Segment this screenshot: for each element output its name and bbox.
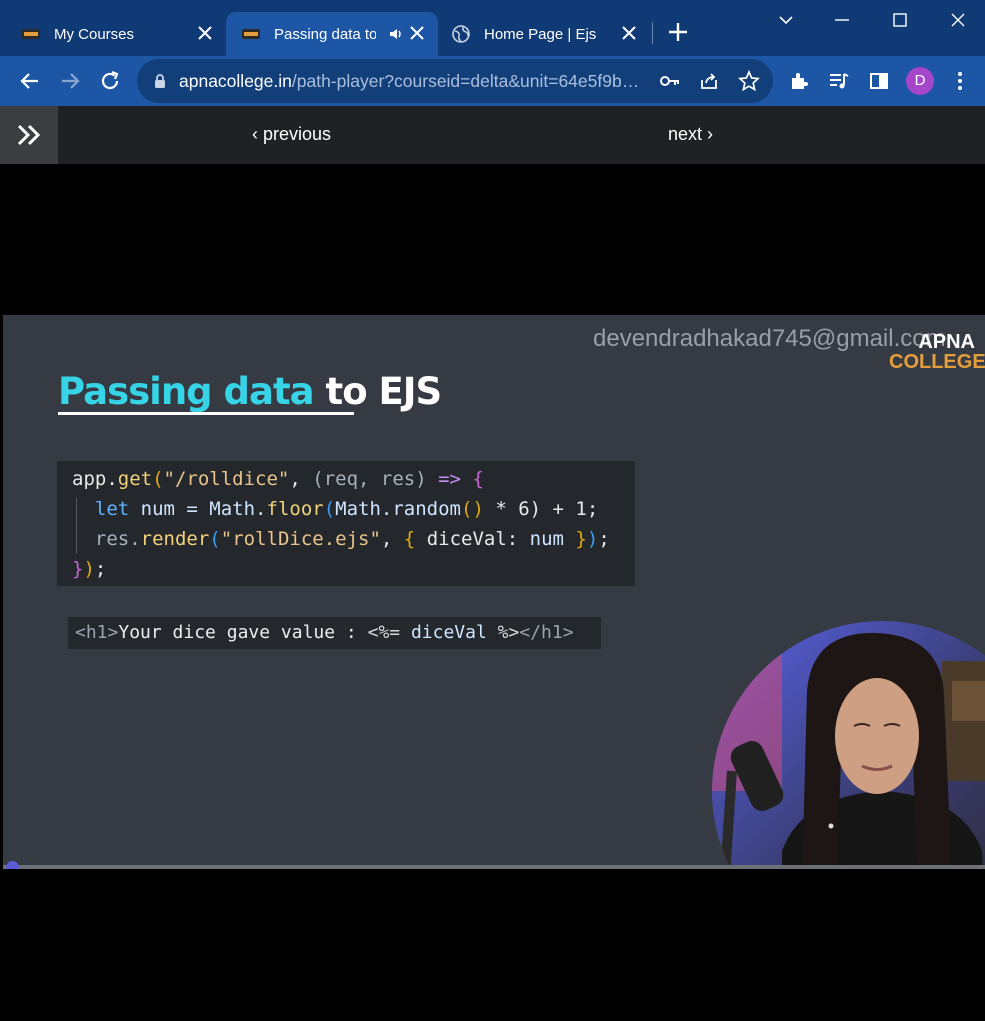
speaker-icon[interactable] [388,26,404,42]
share-icon[interactable] [698,70,720,92]
tab-my-courses[interactable]: My Courses [0,12,226,56]
media-control-icon[interactable] [827,69,851,93]
ejs-snippet: <h1>Your dice gave value : <%= diceVal %… [68,617,601,649]
tab-home-page-ejs[interactable]: Home Page | Ejs [438,12,650,56]
sidebar-toggle-button[interactable] [0,106,58,164]
address-bar[interactable]: apnacollege.in/path-player?courseid=delt… [137,59,773,103]
chevron-right-icon: › [702,124,714,144]
next-button[interactable]: next › [668,124,713,145]
close-icon[interactable] [620,24,638,42]
url-path: /path-player?courseid=delta&unit=64e5f9b… [291,71,640,91]
star-icon[interactable] [738,70,760,92]
back-icon[interactable] [18,69,42,93]
apna-college-favicon [22,25,40,43]
reload-icon[interactable] [98,69,122,93]
tab-title: Passing data to [274,25,376,43]
presenter-image [712,621,985,867]
title-highlight: Passing data [58,370,315,413]
side-panel-icon[interactable] [867,69,891,93]
code-line-3: res.render("rollDice.ejs", { diceVal: nu… [94,528,610,550]
lock-icon[interactable] [153,73,167,89]
tab-title: Home Page | Ejs [484,25,597,43]
new-tab-icon[interactable] [666,20,690,44]
slide-title: Passing data to EJS [58,370,443,413]
logo-line-1: APNA [918,331,975,353]
browser-tab-strip: My Courses Passing data to Home Page | E… [0,0,985,56]
chevron-down-icon[interactable] [774,8,798,32]
url-host: apnacollege.in [179,71,292,91]
close-window-icon[interactable] [946,8,970,32]
forward-icon[interactable] [58,69,82,93]
profile-avatar[interactable]: D [906,67,934,95]
code-line-4: }); [72,558,107,580]
title-underline [58,412,354,415]
extensions-icon[interactable] [787,69,811,93]
code-line-2: let num = Math.floor(Math.random() * 6) … [94,498,599,520]
video-letterbox-top [0,164,985,315]
lesson-navigation: ‹ previous next › [0,106,985,164]
previous-label: previous [263,124,332,144]
double-chevron-right-icon [17,124,41,146]
browser-toolbar: apnacollege.in/path-player?courseid=delt… [0,56,985,106]
video-frame[interactable]: devendradhakad745@gmail.com APNA COLLEGE… [3,315,985,867]
close-icon[interactable] [408,24,426,42]
maximize-icon[interactable] [888,8,912,32]
tab-passing-data[interactable]: Passing data to [226,12,438,56]
presenter-webcam [712,621,985,867]
key-icon[interactable] [659,71,681,91]
globe-icon [452,25,470,43]
url-text[interactable]: apnacollege.in/path-player?courseid=delt… [179,71,649,92]
chevron-left-icon: ‹ [252,124,263,144]
minimize-icon[interactable] [830,8,854,32]
code-line-1: app.get("/rolldice", (req, res) => { [72,468,484,490]
indent-guide [76,498,77,554]
title-rest: to EJS [313,370,443,413]
logo-line-2: COLLEGE [889,351,985,373]
next-label: next [668,124,703,144]
menu-icon[interactable] [948,69,972,93]
tab-title: My Courses [54,25,135,43]
apna-college-favicon [242,25,260,43]
previous-button[interactable]: ‹ previous [252,124,331,145]
apna-college-logo: APNA COLLEGE [889,331,985,373]
tab-separator [652,22,653,44]
code-block: app.get("/rolldice", (req, res) => { let… [57,461,635,586]
close-icon[interactable] [196,24,214,42]
video-letterbox-bottom [0,869,985,1021]
